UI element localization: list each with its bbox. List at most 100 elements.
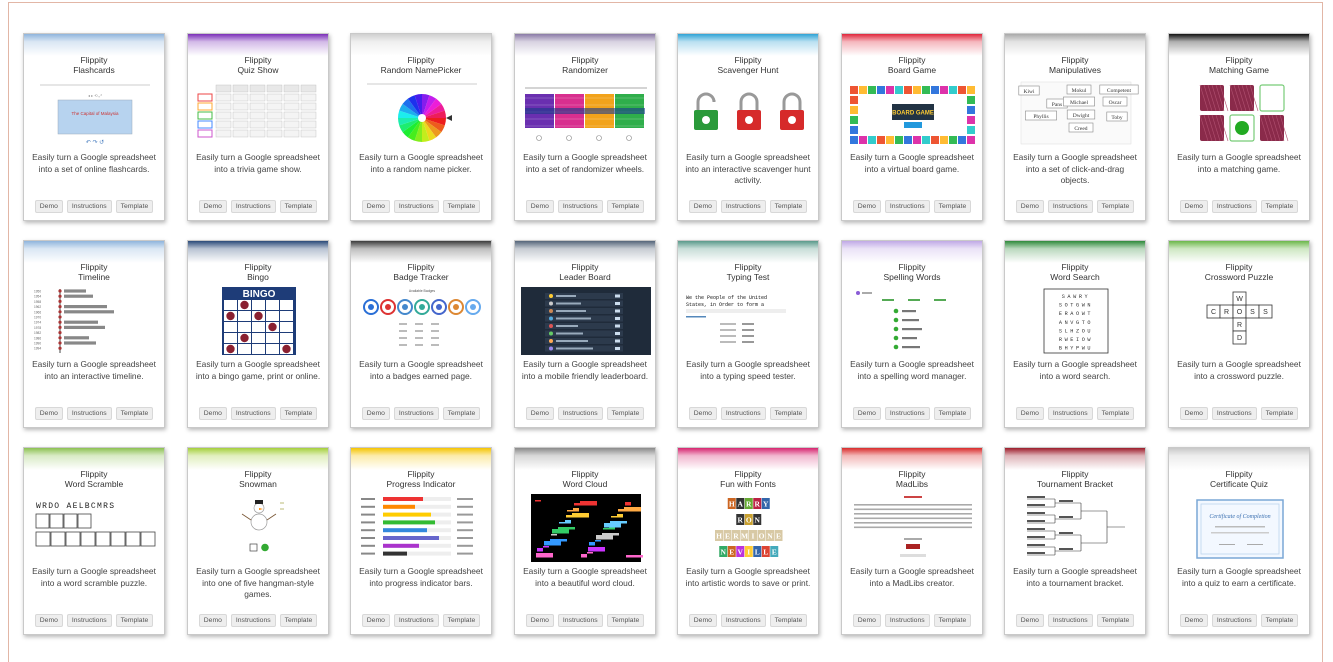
card-title[interactable]: Board Game bbox=[844, 65, 980, 75]
template-button[interactable]: Template bbox=[1260, 200, 1299, 213]
demo-button[interactable]: Demo bbox=[525, 614, 554, 627]
template-button[interactable]: Template bbox=[279, 614, 318, 627]
template-button[interactable]: Template bbox=[115, 200, 154, 213]
card-board-game[interactable]: Flippity Board Game BOARD GAME Easily turn … bbox=[841, 33, 983, 221]
card-title[interactable]: Crossword Puzzle bbox=[1171, 272, 1307, 282]
demo-button[interactable]: Demo bbox=[361, 407, 390, 420]
card-snowman[interactable]: Flippity Snowman Easily turn a Google spre… bbox=[187, 447, 329, 635]
card-manipulatives[interactable]: Flippity Manipulatives Kiwi Mokul Competent P… bbox=[1004, 33, 1146, 221]
instructions-button[interactable]: Instructions bbox=[884, 614, 930, 627]
demo-button[interactable]: Demo bbox=[525, 407, 554, 420]
card-title[interactable]: Spelling Words bbox=[844, 272, 980, 282]
instructions-button[interactable]: Instructions bbox=[720, 200, 766, 213]
instructions-button[interactable]: Instructions bbox=[66, 200, 112, 213]
card-title[interactable]: MadLibs bbox=[844, 479, 980, 489]
card-title[interactable]: Scavenger Hunt bbox=[680, 65, 816, 75]
card-randomizer[interactable]: Flippity Randomizer Easily turn a Google s… bbox=[514, 33, 656, 221]
demo-button[interactable]: Demo bbox=[34, 407, 63, 420]
card-preview-crossword-puzzle[interactable]: CROSSWRD bbox=[1175, 287, 1303, 355]
card-preview-leader-board[interactable] bbox=[521, 287, 651, 355]
card-certificate-quiz[interactable]: Flippity Certificate Quiz Certificate of C… bbox=[1168, 447, 1310, 635]
card-title[interactable]: Certificate Quiz bbox=[1171, 479, 1307, 489]
demo-button[interactable]: Demo bbox=[34, 614, 63, 627]
demo-button[interactable]: Demo bbox=[852, 200, 881, 213]
card-random-namepicker[interactable]: Flippity Random NamePicker Easily turn a G… bbox=[350, 33, 492, 221]
template-button[interactable]: Template bbox=[606, 614, 645, 627]
card-title[interactable]: Fun with Fonts bbox=[680, 479, 816, 489]
template-button[interactable]: Template bbox=[442, 614, 481, 627]
instructions-button[interactable]: Instructions bbox=[557, 200, 603, 213]
demo-button[interactable]: Demo bbox=[688, 200, 717, 213]
card-title[interactable]: Manipulatives bbox=[1007, 65, 1143, 75]
demo-button[interactable]: Demo bbox=[688, 614, 717, 627]
card-title[interactable]: Progress Indicator bbox=[353, 479, 489, 489]
card-scavenger-hunt[interactable]: Flippity Scavenger Hunt Easily turn a Goog… bbox=[677, 33, 819, 221]
card-preview-spelling-words[interactable] bbox=[848, 287, 976, 355]
demo-button[interactable]: Demo bbox=[198, 614, 227, 627]
card-preview-bingo[interactable]: BINGO bbox=[194, 287, 322, 355]
demo-button[interactable]: Demo bbox=[361, 200, 390, 213]
card-quiz-show[interactable]: Flippity Quiz Show Easily turn a Google sp… bbox=[187, 33, 329, 221]
card-typing-test[interactable]: Flippity Typing Test We the People of the … bbox=[677, 240, 819, 428]
card-title[interactable]: Tournament Bracket bbox=[1007, 479, 1143, 489]
card-title[interactable]: Leader Board bbox=[517, 272, 653, 282]
card-preview-word-scramble[interactable]: WRDO AELBCMRS bbox=[30, 494, 158, 562]
card-title[interactable]: Quiz Show bbox=[190, 65, 326, 75]
instructions-button[interactable]: Instructions bbox=[1047, 614, 1093, 627]
card-word-search[interactable]: Flippity Word Search SAWRY SOTGWN ERAOWT ANVG… bbox=[1004, 240, 1146, 428]
demo-button[interactable]: Demo bbox=[198, 407, 227, 420]
template-button[interactable]: Template bbox=[115, 407, 154, 420]
template-button[interactable]: Template bbox=[442, 200, 481, 213]
card-preview-fun-with-fonts[interactable]: HARRYRONHERMIONENEVILLE bbox=[684, 494, 812, 562]
template-button[interactable]: Template bbox=[933, 407, 972, 420]
card-preview-progress-indicator[interactable] bbox=[357, 494, 485, 562]
card-title[interactable]: Word Cloud bbox=[517, 479, 653, 489]
card-tournament-bracket[interactable]: Flippity Tournament Bracket Easily turn a … bbox=[1004, 447, 1146, 635]
template-button[interactable]: Template bbox=[1096, 407, 1135, 420]
instructions-button[interactable]: Instructions bbox=[557, 614, 603, 627]
card-preview-timeline[interactable]: 1950 1954 1958 1962 1966 1970 1974 1978 1982 1986… bbox=[30, 287, 158, 355]
template-button[interactable]: Template bbox=[115, 614, 154, 627]
card-preview-badge-tracker[interactable]: Available Badges bbox=[357, 287, 485, 355]
instructions-button[interactable]: Instructions bbox=[884, 407, 930, 420]
card-leader-board[interactable]: Flippity Leader Board Easily turn a Google… bbox=[514, 240, 656, 428]
template-button[interactable]: Template bbox=[933, 614, 972, 627]
card-preview-flashcards[interactable]: ◂ ▸ ⟲ ⤢ The Capital of Malaysia ↶ ↷ ↺ bbox=[30, 80, 158, 148]
instructions-button[interactable]: Instructions bbox=[1047, 200, 1093, 213]
instructions-button[interactable]: Instructions bbox=[1047, 407, 1093, 420]
instructions-button[interactable]: Instructions bbox=[393, 200, 439, 213]
demo-button[interactable]: Demo bbox=[852, 407, 881, 420]
demo-button[interactable]: Demo bbox=[361, 614, 390, 627]
card-preview-board-game[interactable]: BOARD GAME bbox=[848, 80, 976, 148]
instructions-button[interactable]: Instructions bbox=[230, 407, 276, 420]
card-preview-random-namepicker[interactable] bbox=[357, 80, 485, 148]
card-preview-tournament-bracket[interactable] bbox=[1011, 494, 1139, 562]
demo-button[interactable]: Demo bbox=[1179, 200, 1208, 213]
demo-button[interactable]: Demo bbox=[852, 614, 881, 627]
instructions-button[interactable]: Instructions bbox=[66, 407, 112, 420]
instructions-button[interactable]: Instructions bbox=[1211, 407, 1257, 420]
demo-button[interactable]: Demo bbox=[525, 200, 554, 213]
demo-button[interactable]: Demo bbox=[1015, 200, 1044, 213]
instructions-button[interactable]: Instructions bbox=[720, 407, 766, 420]
card-preview-word-search[interactable]: SAWRY SOTGWN ERAOWT ANVGTO SLHZOU RWEIOW BHYPW… bbox=[1011, 287, 1139, 355]
demo-button[interactable]: Demo bbox=[34, 200, 63, 213]
card-bingo[interactable]: Flippity Bingo BINGO Easily turn a Google s… bbox=[187, 240, 329, 428]
template-button[interactable]: Template bbox=[769, 200, 808, 213]
instructions-button[interactable]: Instructions bbox=[66, 614, 112, 627]
card-preview-word-cloud[interactable] bbox=[521, 494, 649, 562]
template-button[interactable]: Template bbox=[606, 407, 645, 420]
card-title[interactable]: Flashcards bbox=[26, 65, 162, 75]
card-preview-madlibs[interactable] bbox=[848, 494, 976, 562]
template-button[interactable]: Template bbox=[769, 407, 808, 420]
card-crossword-puzzle[interactable]: Flippity Crossword Puzzle C R O S S W R D Easily t… bbox=[1168, 240, 1310, 428]
instructions-button[interactable]: Instructions bbox=[720, 614, 766, 627]
card-title[interactable]: Timeline bbox=[26, 272, 162, 282]
card-preview-manipulatives[interactable]: Kiwi Mokul Competent Pans Michael Oscar Phylli… bbox=[1011, 80, 1139, 148]
demo-button[interactable]: Demo bbox=[1179, 614, 1208, 627]
card-title[interactable]: Matching Game bbox=[1171, 65, 1307, 75]
instructions-button[interactable]: Instructions bbox=[557, 407, 603, 420]
instructions-button[interactable]: Instructions bbox=[230, 200, 276, 213]
card-word-scramble[interactable]: Flippity Word Scramble WRDO AELBCMRS Easily… bbox=[23, 447, 165, 635]
card-title[interactable]: Snowman bbox=[190, 479, 326, 489]
